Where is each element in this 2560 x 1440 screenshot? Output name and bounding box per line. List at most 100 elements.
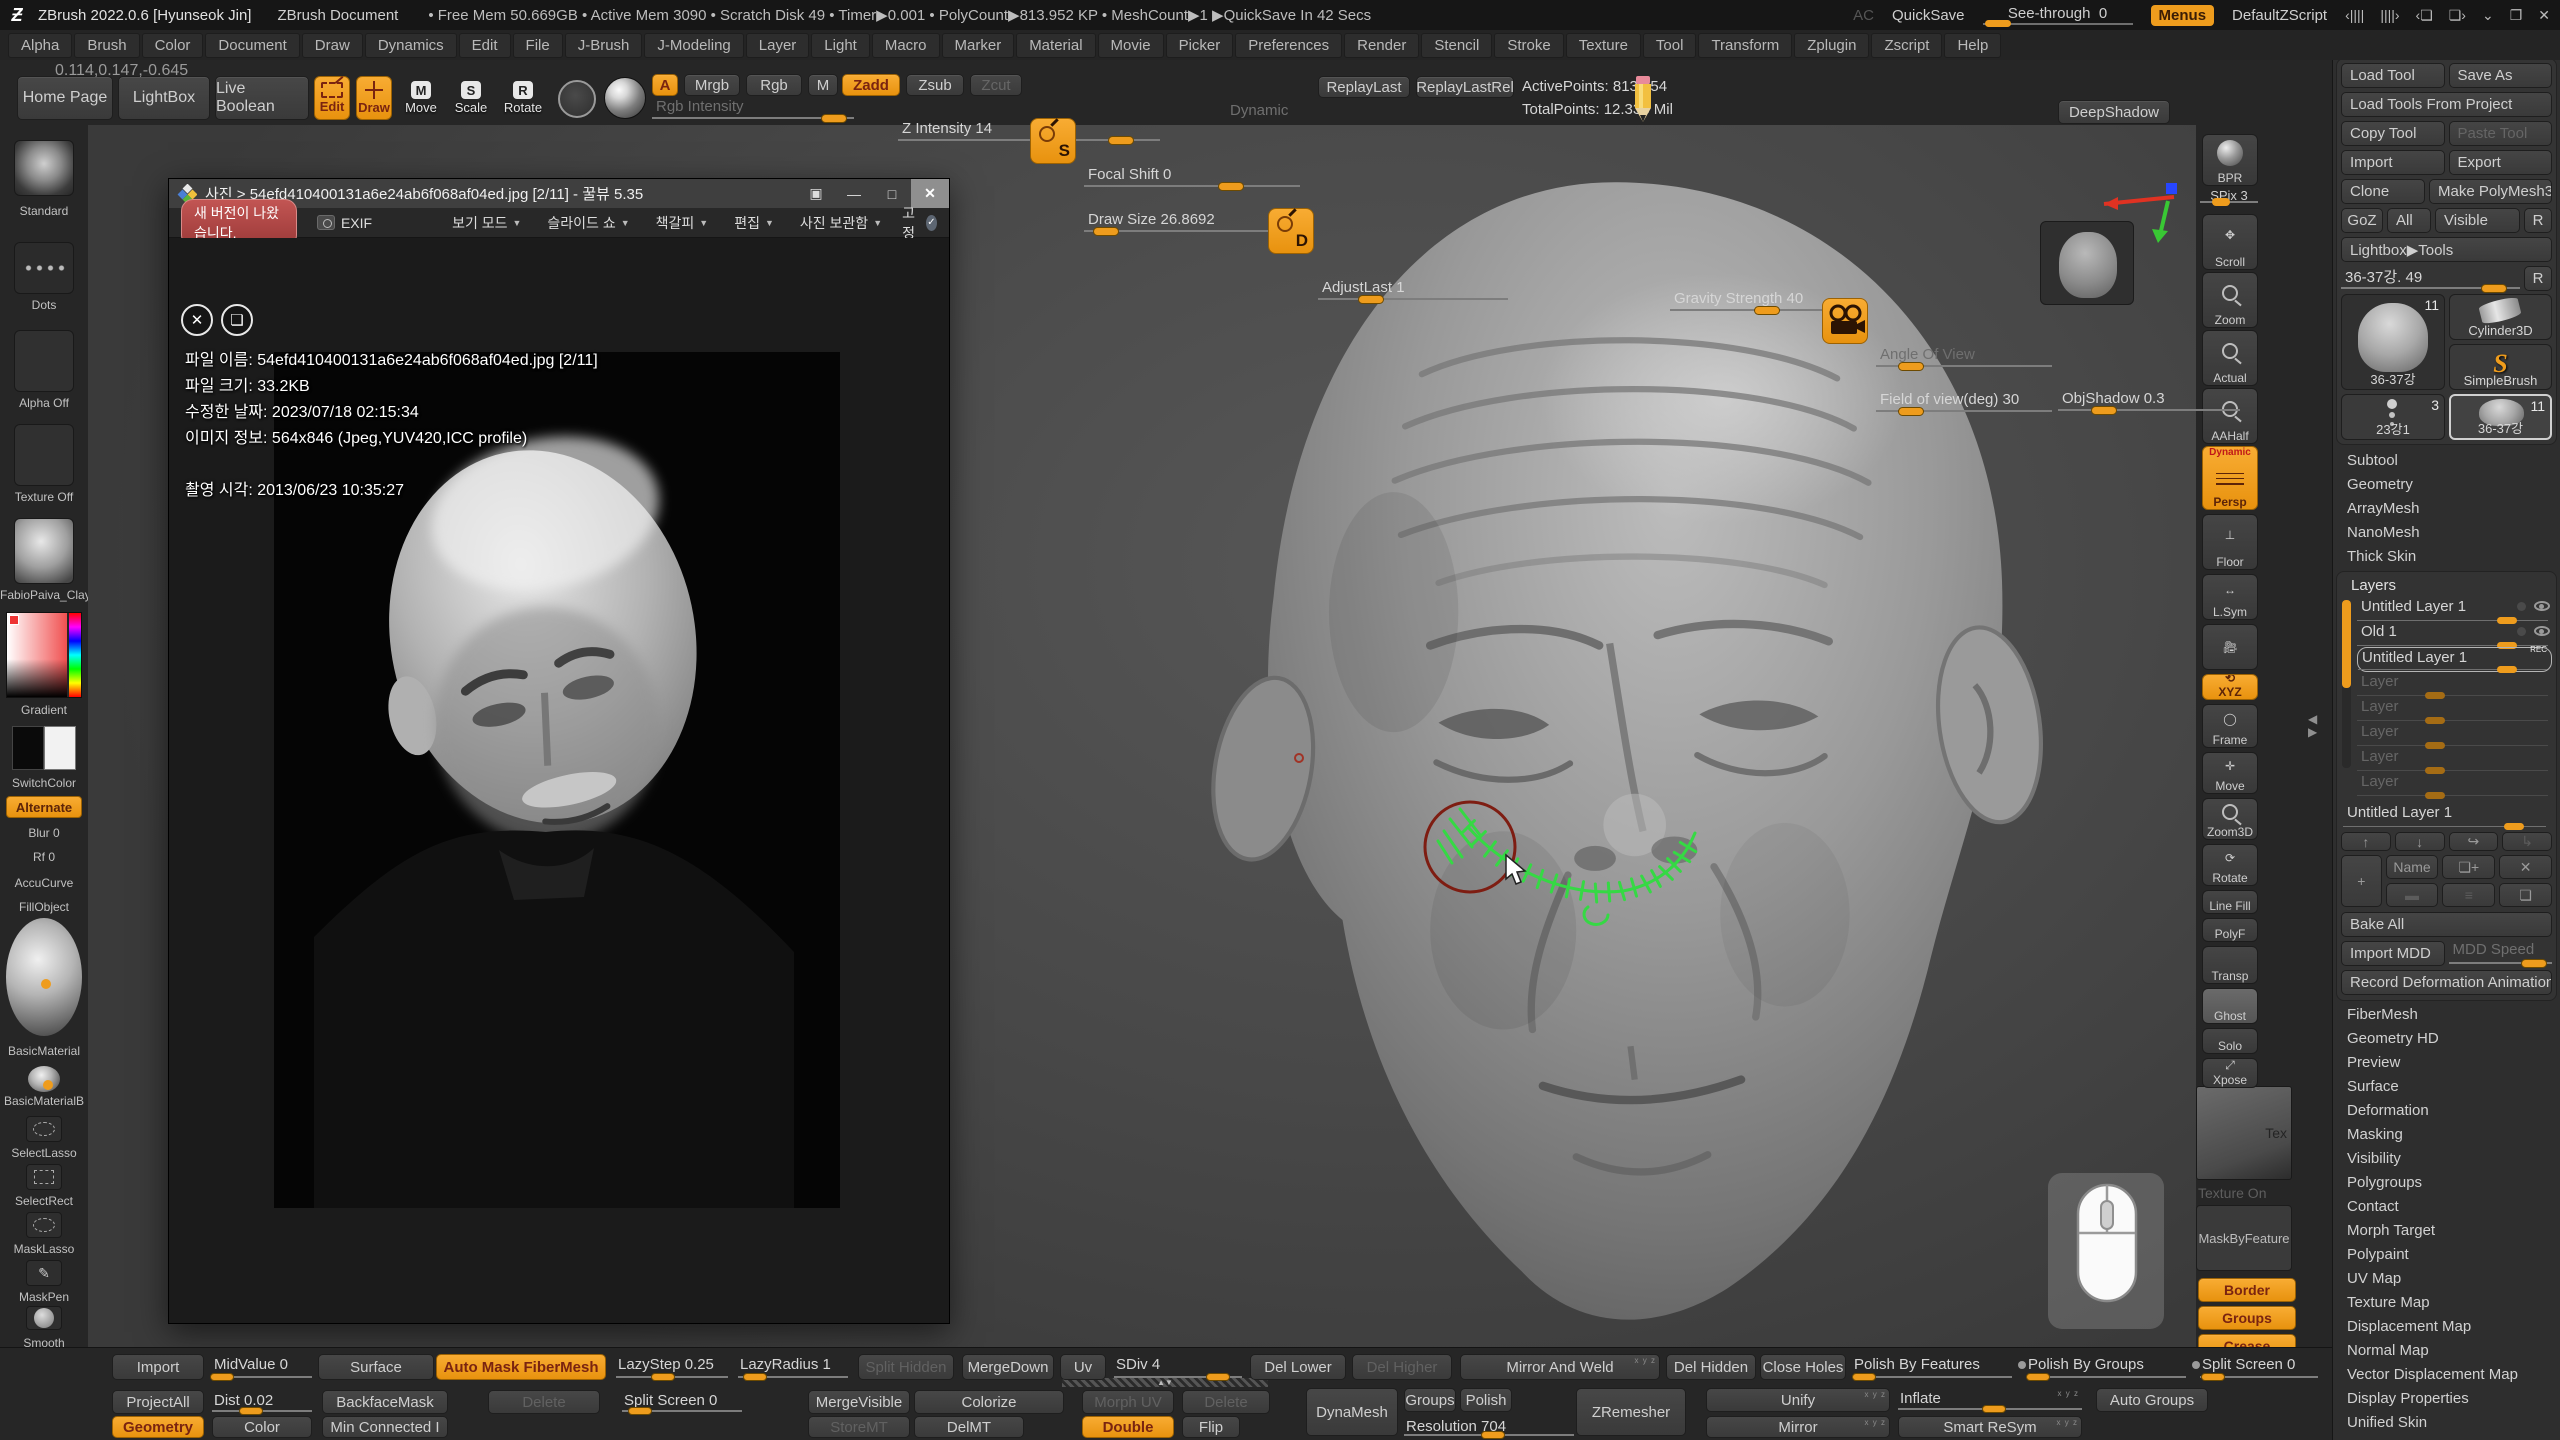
section-surface[interactable]: Surface xyxy=(2333,1075,2560,1099)
geometry-button[interactable]: Geometry xyxy=(112,1416,204,1438)
layer-up-button[interactable]: ↑ xyxy=(2341,832,2391,851)
menu-file[interactable]: File xyxy=(513,33,563,58)
lazystep-0-25-slider[interactable]: LazyStep 0.25 xyxy=(616,1354,728,1380)
photo-menu-편집[interactable]: 편집▼ xyxy=(734,213,774,233)
prev-window-icon[interactable]: ‹❏ xyxy=(2416,7,2433,24)
dist-0-02-slider[interactable]: Dist 0.02 xyxy=(212,1390,312,1414)
xyz-button[interactable]: ⟲XYZ xyxy=(2202,674,2258,700)
inflate-slider[interactable]: Inflatex y z xyxy=(1898,1388,2082,1412)
blur-0-label[interactable]: Blur 0 xyxy=(0,826,88,840)
rotate-button[interactable]: RRotate xyxy=(500,76,546,120)
uv-button[interactable]: Uv xyxy=(1060,1354,1106,1380)
lightbox-button[interactable]: LightBox xyxy=(118,76,210,120)
section-deformation[interactable]: Deformation xyxy=(2333,1099,2560,1123)
double-button[interactable]: Double xyxy=(1082,1416,1174,1438)
menu-render[interactable]: Render xyxy=(1344,33,1419,58)
split-screen-0-slider[interactable]: Split Screen 0 xyxy=(2200,1354,2318,1380)
export-button[interactable]: Export xyxy=(2449,150,2553,175)
layer-row-untitled-layer-1-0[interactable]: Untitled Layer 1 xyxy=(2357,597,2552,622)
photo-menu-보기-모드[interactable]: 보기 모드▼ xyxy=(452,213,521,233)
zsub-button[interactable]: Zsub xyxy=(906,74,964,96)
lightbox-tools-button[interactable]: Lightbox▶Tools xyxy=(2341,237,2552,262)
zcut-button[interactable]: Zcut xyxy=(970,74,1022,96)
mirror-and-weld-button[interactable]: Mirror And Weldx y z xyxy=(1460,1354,1660,1380)
l-sym-button[interactable]: ↔L.Sym xyxy=(2202,574,2258,620)
menu-edit[interactable]: Edit xyxy=(459,33,511,58)
polish-button[interactable]: Polish xyxy=(1460,1388,1512,1412)
layer-duplicate-button[interactable]: ❏+ xyxy=(2442,855,2495,879)
tool-thumb-36-37강-0[interactable]: 1136-37강 xyxy=(2341,294,2445,390)
section-nanomesh[interactable]: NanoMesh xyxy=(2333,521,2560,545)
draw-button[interactable]: Draw xyxy=(356,76,392,120)
move-button[interactable]: MMove xyxy=(400,76,442,120)
lazy-mouse-pencil-icon[interactable] xyxy=(1626,72,1660,124)
clone-button[interactable]: Clone xyxy=(2341,179,2425,204)
fillobject-label[interactable]: FillObject xyxy=(0,900,88,914)
tool-thumb-cylinder3d-1[interactable]: Cylinder3D xyxy=(2449,294,2552,340)
stroke-type-icon[interactable] xyxy=(558,80,596,118)
record-deformation-animation-button[interactable]: Record Deformation Animation xyxy=(2341,970,2552,995)
alternate-button[interactable]: Alternate xyxy=(6,796,82,818)
menu-document[interactable]: Document xyxy=(205,33,299,58)
menu-marker[interactable]: Marker xyxy=(942,33,1015,58)
fabiopaiva-clay-thumb[interactable] xyxy=(14,518,74,584)
menu-draw[interactable]: Draw xyxy=(302,33,363,58)
replaylast-button[interactable]: ReplayLast xyxy=(1318,76,1410,98)
menu-j-brush[interactable]: J-Brush xyxy=(565,33,643,58)
angle-of-view-slider[interactable]: Angle Of View xyxy=(1876,346,2052,368)
current-material-icon[interactable] xyxy=(604,77,646,119)
layer-row-untitled-layer-1-2[interactable]: Untitled Layer 1REC xyxy=(2357,647,2552,672)
scroll-button[interactable]: ✥Scroll xyxy=(2202,214,2258,270)
dynamesh-button[interactable]: DynaMesh xyxy=(1306,1388,1398,1436)
copy-tool-button[interactable]: Copy Tool xyxy=(2341,121,2445,146)
load-tool-button[interactable]: Load Tool xyxy=(2341,63,2445,88)
del-hidden-button[interactable]: Del Hidden xyxy=(1666,1354,1756,1380)
texture-preview-thumb[interactable]: Tex xyxy=(2196,1086,2292,1180)
goz-button[interactable]: GoZ xyxy=(2341,208,2383,233)
objshadow-0-3-slider[interactable]: ObjShadow 0.3 xyxy=(2058,390,2240,412)
load-tools-from-project-button[interactable]: Load Tools From Project xyxy=(2341,92,2552,117)
a-button[interactable]: A xyxy=(652,74,678,96)
close-holes-button[interactable]: Close Holes xyxy=(1760,1354,1846,1380)
adjustlast-1-slider[interactable]: AdjustLast 1 xyxy=(1318,279,1508,301)
backfacemask-button[interactable]: BackfaceMask xyxy=(322,1390,448,1414)
tool-thumb-36-37강-4[interactable]: 1136-37강 xyxy=(2449,394,2552,440)
photo-menu-책갈피[interactable]: 책갈피▼ xyxy=(656,213,709,233)
save-as-button[interactable]: Save As xyxy=(2449,63,2553,88)
field-of-view-deg-30-slider-thumb[interactable] xyxy=(1898,407,1924,416)
maskpen-thumb[interactable]: ✎ xyxy=(26,1260,62,1286)
polyf-button[interactable]: PolyF xyxy=(2202,918,2258,942)
selectrect-thumb[interactable] xyxy=(26,1164,62,1190)
document-canvas[interactable]: 사진 > 54efd410400131a6e24ab6f068af04ed.jp… xyxy=(88,125,2196,1347)
menu-transform[interactable]: Transform xyxy=(1698,33,1792,58)
polish-by-features-slider[interactable]: Polish By Features xyxy=(1852,1354,2012,1380)
spix-slider[interactable]: SPix 3 xyxy=(2198,188,2260,203)
section-geometry[interactable]: Geometry xyxy=(2333,473,2560,497)
pin-button[interactable]: 고정✓ xyxy=(902,203,937,243)
panel-divider-icon[interactable]: ◀▶ xyxy=(2308,713,2317,739)
section-unified-skin[interactable]: Unified Skin xyxy=(2333,1411,2560,1435)
mdd-speed-slider[interactable]: MDD Speed xyxy=(2449,941,2553,965)
bake-all-button[interactable]: Bake All xyxy=(2341,912,2552,937)
rgb-intensity-slider[interactable]: Rgb Intensity xyxy=(652,98,854,120)
smart-resym-button[interactable]: Smart ReSymx y z xyxy=(1898,1416,2082,1438)
section-polypaint[interactable]: Polypaint xyxy=(2333,1243,2560,1267)
zremesher-button[interactable]: ZRemesher xyxy=(1576,1388,1686,1436)
quicksave-button[interactable]: QuickSave xyxy=(1892,7,1965,24)
layer-row-layer-7[interactable]: Layer xyxy=(2357,772,2552,797)
layers-scrollbar[interactable] xyxy=(2342,600,2351,768)
layer-redo-button[interactable]: ↪ xyxy=(2449,832,2499,851)
secondary-color-swatch[interactable] xyxy=(44,726,76,770)
frame-button[interactable]: ◯Frame xyxy=(2202,704,2258,748)
delete-button[interactable]: Delete xyxy=(1182,1390,1270,1414)
see-through-slider[interactable]: See-through 0 xyxy=(1983,5,2133,25)
import-button[interactable]: Import xyxy=(2341,150,2445,175)
polish-by-groups-slider[interactable]: Polish By Groups xyxy=(2026,1354,2186,1380)
deepshadow-button[interactable]: DeepShadow xyxy=(2058,100,2170,124)
surface-button[interactable]: Surface xyxy=(318,1354,434,1380)
xpose-button[interactable]: ⤢Xpose xyxy=(2202,1058,2258,1088)
masklasso-thumb[interactable] xyxy=(26,1212,62,1238)
section-thick-skin[interactable]: Thick Skin xyxy=(2333,545,2560,569)
section-geometry-hd[interactable]: Geometry HD xyxy=(2333,1027,2560,1051)
overlay-close-button[interactable]: ✕ xyxy=(181,304,213,336)
